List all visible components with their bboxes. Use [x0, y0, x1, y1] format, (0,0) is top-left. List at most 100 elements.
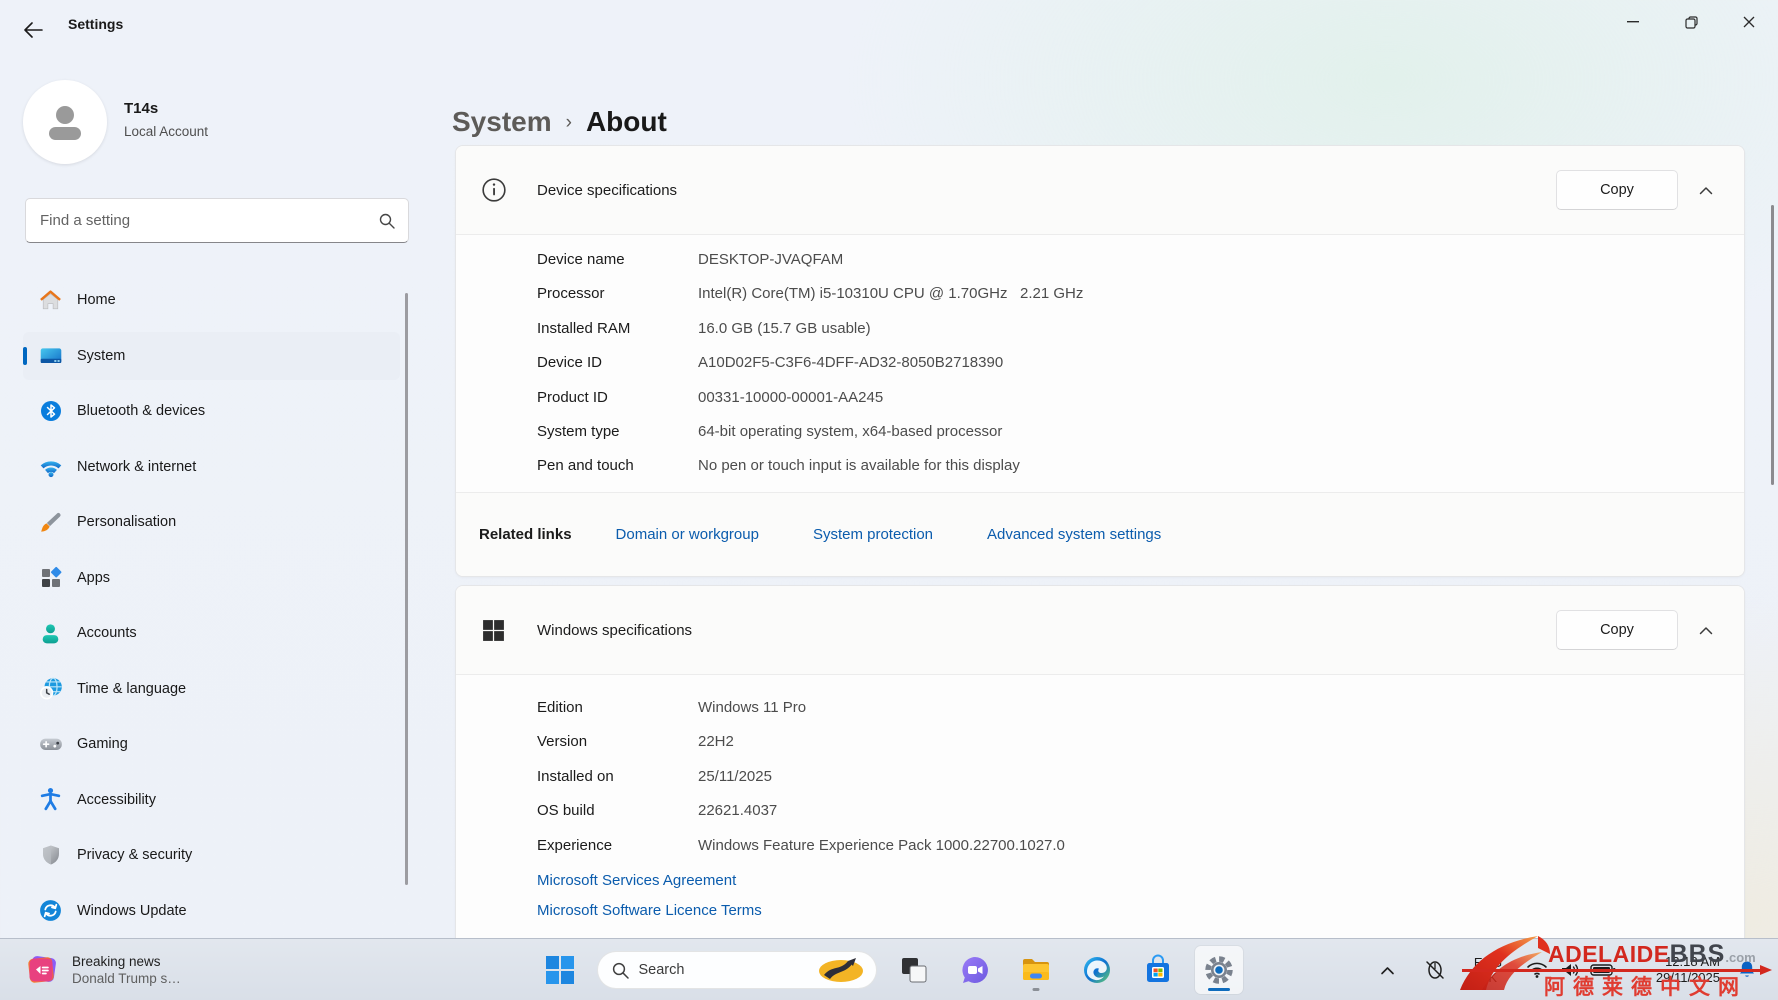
settings-gear-icon — [1203, 954, 1235, 986]
back-arrow-icon — [23, 22, 43, 38]
taskbar-search-box[interactable]: Search — [597, 951, 877, 989]
home-icon — [37, 287, 64, 314]
spec-row: Installed RAM16.0 GB (15.7 GB usable) — [537, 312, 1744, 346]
sidebar-item-network-internet[interactable]: Network & internet — [23, 443, 400, 491]
page-title: About — [586, 106, 667, 138]
edge-button[interactable] — [1073, 946, 1121, 994]
update-icon — [37, 897, 64, 924]
user-icon — [42, 99, 88, 145]
collapse-chevron-button[interactable] — [1686, 170, 1726, 210]
sidebar-item-home[interactable]: Home — [23, 276, 400, 324]
tray-chevron-button[interactable] — [1372, 966, 1402, 975]
main-content: System › About Device specifications Cop… — [410, 48, 1778, 938]
settings-search-input[interactable] — [26, 212, 372, 229]
app-title: Settings — [68, 16, 123, 32]
spec-label: Device ID — [537, 346, 698, 380]
settings-search-box[interactable] — [25, 198, 409, 243]
sidebar-scrollbar[interactable] — [405, 293, 408, 885]
sidebar-item-gaming[interactable]: Gaming — [23, 720, 400, 768]
close-button[interactable] — [1720, 0, 1778, 44]
spec-label: Pen and touch — [537, 449, 698, 483]
spec-value: 22H2 — [698, 725, 734, 759]
sidebar-item-label: Personalisation — [77, 514, 176, 530]
spec-label: Experience — [537, 829, 698, 863]
edge-icon — [1081, 954, 1113, 986]
avatar — [23, 80, 107, 164]
language-line2: UK — [1479, 970, 1497, 985]
tray-time: 12:18 AM — [1665, 954, 1720, 969]
system-icon — [37, 342, 64, 369]
account-icon — [37, 620, 64, 647]
spec-value: 00331-10000-00001-AA245 — [698, 381, 883, 415]
spec-label: Installed RAM — [537, 312, 698, 346]
file-explorer-button[interactable] — [1012, 946, 1060, 994]
spec-row: Installed on25/11/2025 — [537, 760, 1744, 794]
minimize-icon — [1627, 21, 1639, 23]
task-view-button[interactable] — [890, 946, 938, 994]
sidebar-item-label: Accessibility — [77, 792, 156, 808]
device-specifications-body: Device nameDESKTOP-JVAQFAM ProcessorInte… — [456, 234, 1744, 484]
wifi-status-icon[interactable] — [1524, 961, 1550, 979]
sidebar-item-windows-update[interactable]: Windows Update — [23, 887, 400, 935]
notification-bell-icon — [1737, 960, 1757, 980]
spec-label: Installed on — [537, 760, 698, 794]
sidebar-item-accounts[interactable]: Accounts — [23, 609, 400, 657]
taskbar-search-label: Search — [639, 962, 812, 978]
chevron-up-icon — [1699, 186, 1713, 195]
sidebar-item-apps[interactable]: Apps — [23, 554, 400, 602]
start-button[interactable] — [536, 946, 584, 994]
sidebar-item-privacy-security[interactable]: Privacy & security — [23, 831, 400, 879]
spec-label: OS build — [537, 794, 698, 828]
spec-label: Version — [537, 725, 698, 759]
sidebar-item-bluetooth-devices[interactable]: Bluetooth & devices — [23, 387, 400, 435]
link-advanced-system-settings[interactable]: Advanced system settings — [987, 526, 1161, 543]
chat-icon — [959, 954, 991, 986]
device-specifications-header[interactable]: Device specifications Copy — [456, 146, 1744, 234]
notification-bell-button[interactable] — [1730, 960, 1764, 980]
spec-row: Pen and touchNo pen or touch input is av… — [537, 449, 1744, 483]
sidebar-item-personalisation[interactable]: Personalisation — [23, 498, 400, 546]
system-tray: ENGUK 12:18 AM29/11/2025 — [1372, 939, 1778, 1000]
restore-button[interactable] — [1662, 0, 1720, 44]
related-links-row: Related links Domain or workgroup System… — [456, 492, 1744, 576]
search-icon — [372, 213, 402, 229]
link-system-protection[interactable]: System protection — [813, 526, 933, 543]
collapse-chevron-button[interactable] — [1686, 610, 1726, 650]
spec-value: Windows 11 Pro — [698, 691, 806, 725]
sidebar-item-label: Gaming — [77, 736, 128, 752]
shield-icon — [37, 842, 64, 869]
spec-row: System type64-bit operating system, x64-… — [537, 415, 1744, 449]
link-microsoft-software-licence-terms[interactable]: Microsoft Software Licence Terms — [537, 896, 762, 926]
link-microsoft-services-agreement[interactable]: Microsoft Services Agreement — [537, 866, 736, 896]
windows-specifications-header[interactable]: Windows specifications Copy — [456, 586, 1744, 674]
volume-icon[interactable] — [1558, 961, 1582, 979]
battery-icon[interactable] — [1588, 963, 1618, 977]
sidebar: T14s Local Account Home System Bluetooth… — [0, 48, 410, 938]
sidebar-item-label: Home — [77, 292, 116, 308]
language-indicator[interactable]: ENGUK — [1468, 955, 1508, 985]
back-button[interactable] — [18, 16, 48, 44]
main-scrollbar[interactable] — [1771, 205, 1774, 485]
breadcrumb-system[interactable]: System — [452, 106, 552, 138]
microsoft-store-button[interactable] — [1134, 946, 1182, 994]
spec-label: Device name — [537, 243, 698, 277]
spec-row: Version22H2 — [537, 725, 1744, 759]
sidebar-item-system[interactable]: System — [23, 332, 400, 380]
microsoft-store-icon — [1142, 954, 1174, 986]
windows-logo-icon — [480, 618, 507, 643]
minimize-button[interactable] — [1604, 0, 1662, 44]
spec-row: EditionWindows 11 Pro — [537, 691, 1744, 725]
input-device-off-icon[interactable] — [1420, 958, 1450, 982]
copy-device-specs-button[interactable]: Copy — [1556, 170, 1678, 210]
copy-windows-specs-button[interactable]: Copy — [1556, 610, 1678, 650]
chevron-up-icon — [1699, 626, 1713, 635]
chat-button[interactable] — [951, 946, 999, 994]
clock[interactable]: 12:18 AM29/11/2025 — [1624, 954, 1720, 986]
link-domain-or-workgroup[interactable]: Domain or workgroup — [616, 526, 759, 543]
sidebar-item-accessibility[interactable]: Accessibility — [23, 776, 400, 824]
selected-indicator — [23, 347, 27, 365]
sidebar-item-time-language[interactable]: Time & language — [23, 665, 400, 713]
sidebar-item-label: Windows Update — [77, 903, 187, 919]
settings-button[interactable] — [1195, 946, 1243, 994]
sidebar-item-label: Accounts — [77, 625, 137, 641]
